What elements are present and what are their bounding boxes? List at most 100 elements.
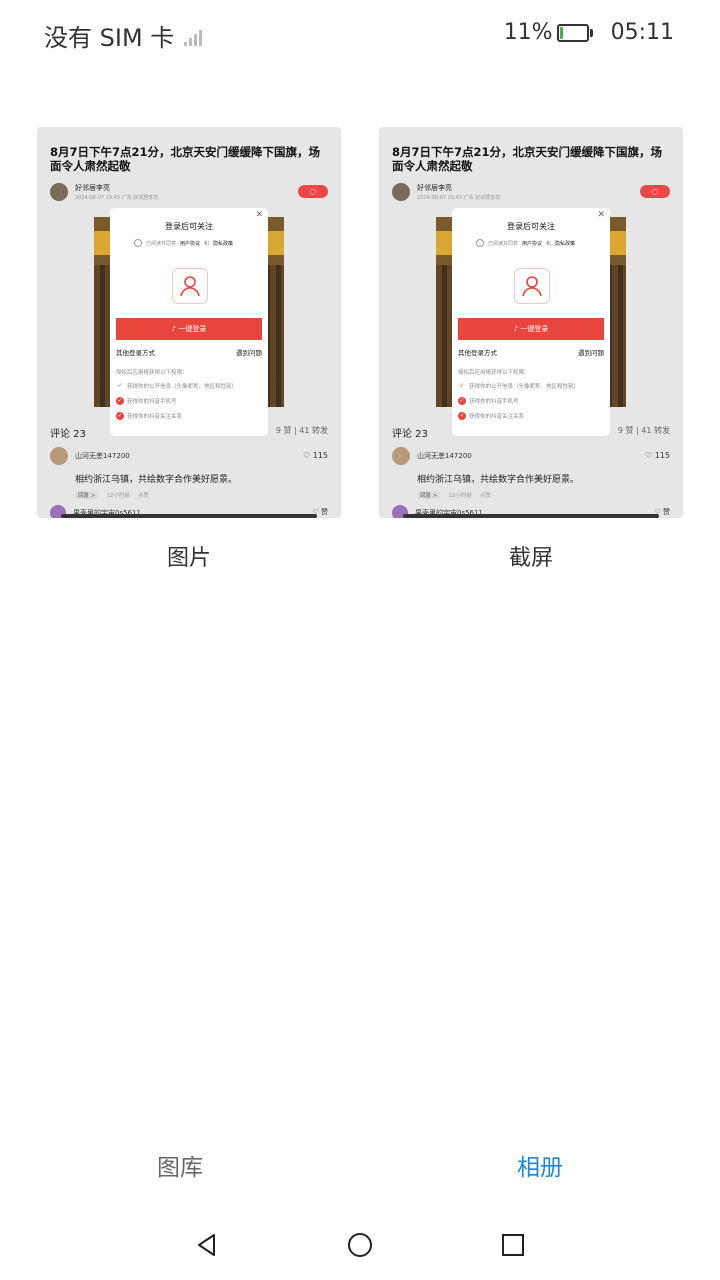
thumb-perm-1-text: 获得你的公开信息（头像昵称、地区和性别） (127, 384, 238, 390)
thumb-comment-extra: 点赞 (137, 493, 149, 499)
thumb-comment-1-likes-count: 115 (312, 451, 328, 460)
thumb-comment-time: 12小时前 (106, 493, 130, 499)
thumb-author-name: 好邻居李亮 (417, 184, 452, 192)
thumb-perm-header: 授权后应用将获得以下权限： (458, 370, 530, 376)
thumb-stats: 9 赞 | 41 转发 (275, 426, 328, 435)
thumb-agree-privacy: 隐私政策 (555, 240, 576, 247)
status-bar: 没有 SIM 卡 11% 05:11 (0, 0, 720, 70)
avatar (50, 183, 68, 201)
thumb-comment-2-likes-label: 赞 (321, 508, 328, 516)
thumb-comment-extra: 点赞 (479, 493, 491, 499)
thumb-home-indicator (61, 514, 317, 518)
thumb-modal-agree: 已阅读并同意 用户协议和隐私政策 (476, 239, 575, 247)
thumb-perm-1: ✓ 获得你的公开信息（头像昵称、地区和性别） (116, 382, 237, 390)
thumb-perm-2-text: 获得你的抖音手机号 (469, 399, 519, 405)
album-thumbnail: 8月7日下午7点21分，北京天安门缓缓降下国旗，场面令人肃然起敬 好邻居李亮 2… (37, 127, 341, 518)
album-thumbnail: 8月7日下午7点21分，北京天安门缓缓降下国旗，场面令人肃然起敬 好邻居李亮 2… (379, 127, 683, 518)
thumb-comment-1-meta: 回复 > 12小时前 点赞 (75, 491, 149, 499)
user-icon (514, 268, 550, 304)
check-icon: ✓ (458, 412, 466, 420)
thumb-perm-header: 授权后应用将获得以下权限： (116, 370, 188, 376)
thumb-agree-terms: 用户协议 (522, 240, 543, 247)
thumb-login-modal: ✕ 登录后可关注 已阅读并同意 用户协议和隐私政策 ♪ 一键登录 其他登录方式 遇… (452, 208, 610, 436)
thumb-comment-1-user: 山河无恙147200 (75, 452, 130, 460)
thumb-comment-1-user: 山河无恙147200 (417, 452, 472, 460)
thumb-perm-3-text: 获得你的抖音关注关系 (469, 414, 525, 420)
thumb-agree-privacy: 隐私政策 (213, 240, 234, 247)
avatar (392, 183, 410, 201)
thumb-perm-3: ✓ 获得你的抖音关注关系 (116, 412, 182, 420)
home-icon[interactable] (345, 1230, 375, 1260)
carrier-text: 没有 SIM 卡 (44, 24, 175, 52)
tab-albums[interactable]: 相册 (440, 1148, 640, 1182)
thumb-post-title: 8月7日下午7点21分，北京天安门缓缓降下国旗，场面令人肃然起敬 (392, 145, 663, 173)
album-label-screenshots[interactable]: 截屏 (379, 540, 683, 572)
thumb-comment-1-likes-count: 115 (654, 451, 670, 460)
back-icon[interactable] (192, 1230, 222, 1260)
thumb-perm-1-text: 获得你的公开信息（头像昵称、地区和性别） (469, 384, 580, 390)
thumb-follow-button: ◌ (640, 185, 670, 198)
thumb-comment-1-meta: 回复 > 12小时前 点赞 (417, 491, 491, 499)
status-right: 11% 05:11 (504, 20, 674, 45)
check-icon: ✓ (116, 397, 124, 405)
thumb-author-meta: 2024-08-07 19:43 广东 好邻居李亮 (75, 195, 159, 201)
album-pictures[interactable]: 8月7日下午7点21分，北京天安门缓缓降下国旗，场面令人肃然起敬 好邻居李亮 2… (37, 127, 341, 518)
tab-gallery[interactable]: 图库 (80, 1148, 280, 1182)
battery-icon (556, 23, 593, 42)
radio-icon (476, 239, 484, 247)
thumb-other-login: 其他登录方式 (116, 349, 155, 357)
thumb-login-label: 一键登录 (520, 325, 549, 333)
thumb-author-meta: 2024-08-07 19:43 广东 好邻居李亮 (417, 195, 501, 201)
user-icon (172, 268, 208, 304)
thumb-author-name: 好邻居李亮 (75, 184, 110, 192)
thumb-perm-2: ✓ 获得你的抖音手机号 (458, 397, 519, 405)
thumb-author: 好邻居李亮 2024-08-07 19:43 广东 好邻居李亮 (50, 183, 158, 201)
thumb-comment-1-text: 相约浙江乌镇，共绘数字合作美好愿景。 (417, 475, 580, 485)
thumb-reply-tag: 回复 > (417, 491, 441, 499)
battery-percent: 11% (503, 20, 553, 45)
thumb-comment-2-likes-label: 赞 (663, 508, 670, 516)
thumb-agree-terms: 用户协议 (180, 240, 201, 247)
thumb-stats: 9 赞 | 41 转发 (617, 426, 670, 435)
thumb-issues: 遇到问题 (578, 349, 604, 357)
thumb-reply-tag: 回复 > (75, 491, 99, 499)
thumb-agree-and: 和 (546, 240, 552, 247)
album-label-pictures[interactable]: 图片 (37, 540, 341, 572)
thumb-comments-label: 评论 23 (50, 429, 86, 440)
thumb-perm-3: ✓ 获得你的抖音关注关系 (458, 412, 524, 420)
thumb-agree-prefix: 已阅读并同意 (146, 240, 177, 247)
thumb-login-button: ♪ 一键登录 (458, 318, 604, 340)
thumb-comment-1: 山河无恙147200 (392, 447, 472, 465)
thumb-perm-3-text: 获得你的抖音关注关系 (127, 414, 183, 420)
navigation-bar (0, 1205, 720, 1280)
thumb-perm-2-text: 获得你的抖音手机号 (127, 399, 177, 405)
thumb-modal-title: 登录后可关注 (507, 222, 555, 231)
thumb-login-label: 一键登录 (178, 325, 207, 333)
avatar (392, 447, 410, 465)
thumb-follow-button: ◌ (298, 185, 328, 198)
thumb-comment-1-likes: ♡ 115 (645, 451, 670, 460)
thumb-comments-label: 评论 23 (392, 429, 428, 440)
recents-icon[interactable] (498, 1230, 528, 1260)
avatar (50, 447, 68, 465)
thumb-comment-time: 12小时前 (448, 493, 472, 499)
thumb-author: 好邻居李亮 2024-08-07 19:43 广东 好邻居李亮 (392, 183, 500, 201)
check-icon: ✓ (458, 397, 466, 405)
thumb-login-button: ♪ 一键登录 (116, 318, 262, 340)
thumb-issues: 遇到问题 (236, 349, 262, 357)
thumb-agree-and: 和 (204, 240, 210, 247)
thumb-login-modal: ✕ 登录后可关注 已阅读并同意 用户协议和隐私政策 ♪ 一键登录 其他登录方式 遇… (110, 208, 268, 436)
thumb-comment-1-likes: ♡ 115 (303, 451, 328, 460)
thumb-modal-title: 登录后可关注 (165, 222, 213, 231)
thumb-modal-agree: 已阅读并同意 用户协议和隐私政策 (134, 239, 233, 247)
thumb-perm-2: ✓ 获得你的抖音手机号 (116, 397, 177, 405)
thumb-comment-1: 山河无恙147200 (50, 447, 130, 465)
check-icon: ✓ (116, 412, 124, 420)
thumb-comment-1-text: 相约浙江乌镇，共绘数字合作美好愿景。 (75, 475, 238, 485)
close-icon: ✕ (597, 210, 605, 220)
no-signal-icon (184, 26, 203, 46)
thumb-perm-1: ✓ 获得你的公开信息（头像昵称、地区和性别） (458, 382, 579, 390)
album-screenshots[interactable]: 8月7日下午7点21分，北京天安门缓缓降下国旗，场面令人肃然起敬 好邻居李亮 2… (379, 127, 683, 518)
thumb-post-title: 8月7日下午7点21分，北京天安门缓缓降下国旗，场面令人肃然起敬 (50, 145, 321, 173)
status-left: 没有 SIM 卡 (44, 18, 203, 53)
